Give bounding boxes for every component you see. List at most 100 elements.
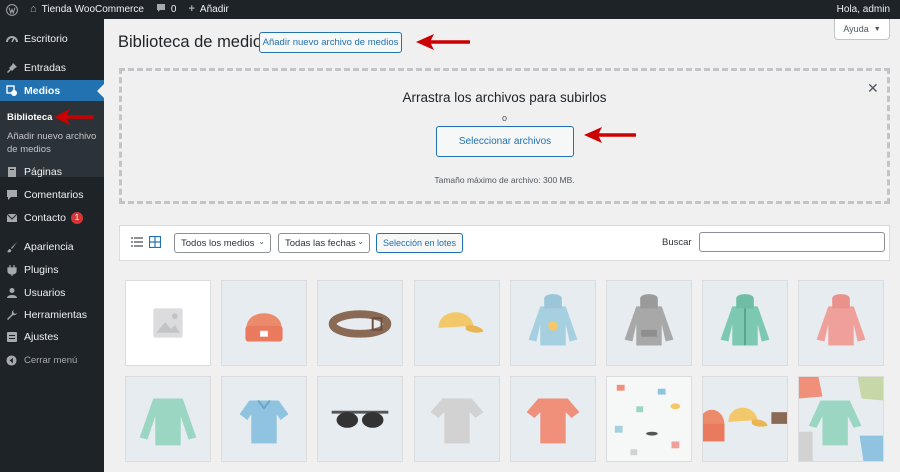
upload-or: o [501, 113, 507, 123]
new-label: Añadir [199, 4, 229, 15]
sidebar-item-label: Escritorio [24, 33, 68, 45]
annotation-arrow-icon [584, 127, 636, 143]
hoodie-thumbnail [816, 294, 866, 346]
plus-icon: + [188, 3, 195, 15]
upload-dropzone[interactable]: Arrastra los archivos para subirlos o Se… [119, 68, 890, 204]
sidebar-item-entradas[interactable]: Entradas [0, 57, 104, 79]
add-new-media-button[interactable]: Añadir nuevo archivo de medios [259, 32, 402, 53]
help-tab[interactable]: Ayuda ▼ [834, 19, 890, 40]
belt-thumbnail [328, 310, 392, 338]
close-icon[interactable]: ✕ [867, 81, 879, 95]
user-icon [5, 287, 18, 300]
notification-badge: 1 [71, 212, 84, 224]
media-item-hoodie-zip[interactable] [702, 280, 788, 366]
sidebar-item-comentarios[interactable]: Comentarios [0, 184, 104, 206]
site-name-link[interactable]: ⌂ Tienda WooCommerce [24, 0, 150, 19]
media-item-hoodie-pink[interactable] [798, 280, 884, 366]
media-type-filter[interactable]: Todos los medios ⌄ [174, 233, 271, 253]
sidebar-item-herramientas[interactable]: Herramientas [0, 304, 104, 326]
sunglasses-thumbnail [331, 410, 389, 428]
brush-icon [5, 241, 18, 254]
media-icon [5, 85, 18, 98]
mail-icon [5, 212, 18, 225]
beanie-thumbnail [245, 313, 283, 342]
comment-icon [5, 189, 18, 202]
media-item-placeholder[interactable] [125, 280, 211, 366]
bulk-select-button[interactable]: Selección en lotes [376, 233, 463, 253]
comments-link[interactable]: 0 [150, 0, 183, 19]
page-icon [5, 166, 18, 179]
max-upload-size: Tamaño máximo de archivo: 300 MB. [434, 175, 575, 185]
site-name: Tienda WooCommerce [41, 4, 144, 15]
polo-thumbnail [239, 399, 289, 444]
wordpress-icon [6, 3, 18, 16]
comments-count: 0 [170, 4, 177, 15]
media-item-sunglasses[interactable] [317, 376, 403, 462]
upload-title: Arrastra los archivos para subirlos [402, 90, 607, 105]
media-item-hoodie-grey[interactable] [606, 280, 692, 366]
greeting: Hola, admin [836, 4, 890, 15]
chevron-down-icon: ⌄ [357, 237, 364, 246]
media-item-cap-collage[interactable] [702, 376, 788, 462]
sidebar-item-plugins[interactable]: Plugins [0, 259, 104, 281]
collapse-menu-button[interactable]: Cerrar menú [0, 349, 104, 371]
pin-icon [5, 62, 18, 75]
sidebar-item-label: Usuarios [24, 287, 66, 299]
wordpress-logo[interactable] [0, 0, 24, 19]
page-title: Biblioteca de medios [118, 33, 271, 51]
media-item-hoodie-with-logo[interactable] [510, 280, 596, 366]
sidebar-item-ajustes[interactable]: Ajustes [0, 326, 104, 348]
comment-icon [156, 3, 166, 16]
caret-down-icon: ▼ [873, 25, 881, 33]
plug-icon [5, 264, 18, 277]
media-item-belt[interactable] [317, 280, 403, 366]
sidebar-item-label: Entradas [24, 62, 67, 74]
new-content-link[interactable]: + Añadir [182, 0, 234, 19]
sidebar-item-label: Páginas [24, 166, 62, 178]
submenu-add-new-line2[interactable]: de medios [7, 143, 51, 156]
dashboard-icon [5, 33, 18, 46]
sidebar-item-apariencia[interactable]: Apariencia [0, 236, 104, 258]
sidebar-item-escritorio[interactable]: Escritorio [0, 28, 104, 50]
admin-bar: ⌂ Tienda WooCommerce 0 + Añadir Hola, ad… [0, 0, 900, 19]
media-item-polo[interactable] [221, 376, 307, 462]
sidebar-item-label: Herramientas [24, 309, 88, 321]
account-menu[interactable]: Hola, admin [831, 0, 900, 19]
select-files-button[interactable]: Seleccionar archivos [436, 126, 574, 157]
media-item-beanie[interactable] [221, 280, 307, 366]
grid-view-icon[interactable] [149, 236, 161, 248]
cap-thumbnail [438, 312, 484, 333]
media-item-cap[interactable] [414, 280, 500, 366]
annotation-arrow-icon [54, 109, 94, 125]
list-view-icon[interactable] [131, 236, 143, 248]
hoodie-thumbnail [528, 294, 578, 346]
hoodie-thumbnail [624, 294, 674, 346]
submenu-biblioteca[interactable]: Biblioteca [7, 111, 52, 124]
sidebar-item-contacto[interactable]: Contacto 1 [0, 207, 104, 229]
media-item-tshirt-coral[interactable] [510, 376, 596, 462]
chevron-down-icon: ⌄ [258, 237, 265, 246]
sidebar-item-label: Ajustes [24, 331, 59, 343]
sidebar-item-paginas[interactable]: Páginas [0, 161, 104, 183]
collapse-icon [5, 354, 18, 367]
media-item-long-sleeve-tee[interactable] [125, 376, 211, 462]
search-input[interactable] [699, 232, 885, 252]
media-item-tshirt-grey[interactable] [414, 376, 500, 462]
sidebar-item-label: Comentarios [24, 189, 84, 201]
sidebar-item-medios[interactable]: Medios [0, 80, 104, 102]
media-type-filter-value: Todos los medios [181, 237, 255, 249]
media-item-clothes-collage[interactable] [798, 376, 884, 462]
hoodie-thumbnail [720, 294, 770, 346]
media-item-pattern-collage[interactable] [606, 376, 692, 462]
sidebar-item-usuarios[interactable]: Usuarios [0, 282, 104, 304]
sidebar-item-label: Apariencia [24, 241, 74, 253]
search-label: Buscar [662, 237, 692, 248]
long-sleeve-tee-thumbnail [139, 398, 197, 446]
sidebar-item-label: Medios [24, 85, 61, 97]
tshirt-thumbnail [430, 398, 484, 444]
sidebar-item-label: Plugins [24, 264, 59, 276]
date-filter[interactable]: Todas las fechas ⌄ [278, 233, 370, 253]
submenu-add-new-line1[interactable]: Añadir nuevo archivo [7, 130, 96, 143]
pattern-thumbnail [614, 384, 681, 456]
annotation-arrow-icon [416, 34, 470, 50]
